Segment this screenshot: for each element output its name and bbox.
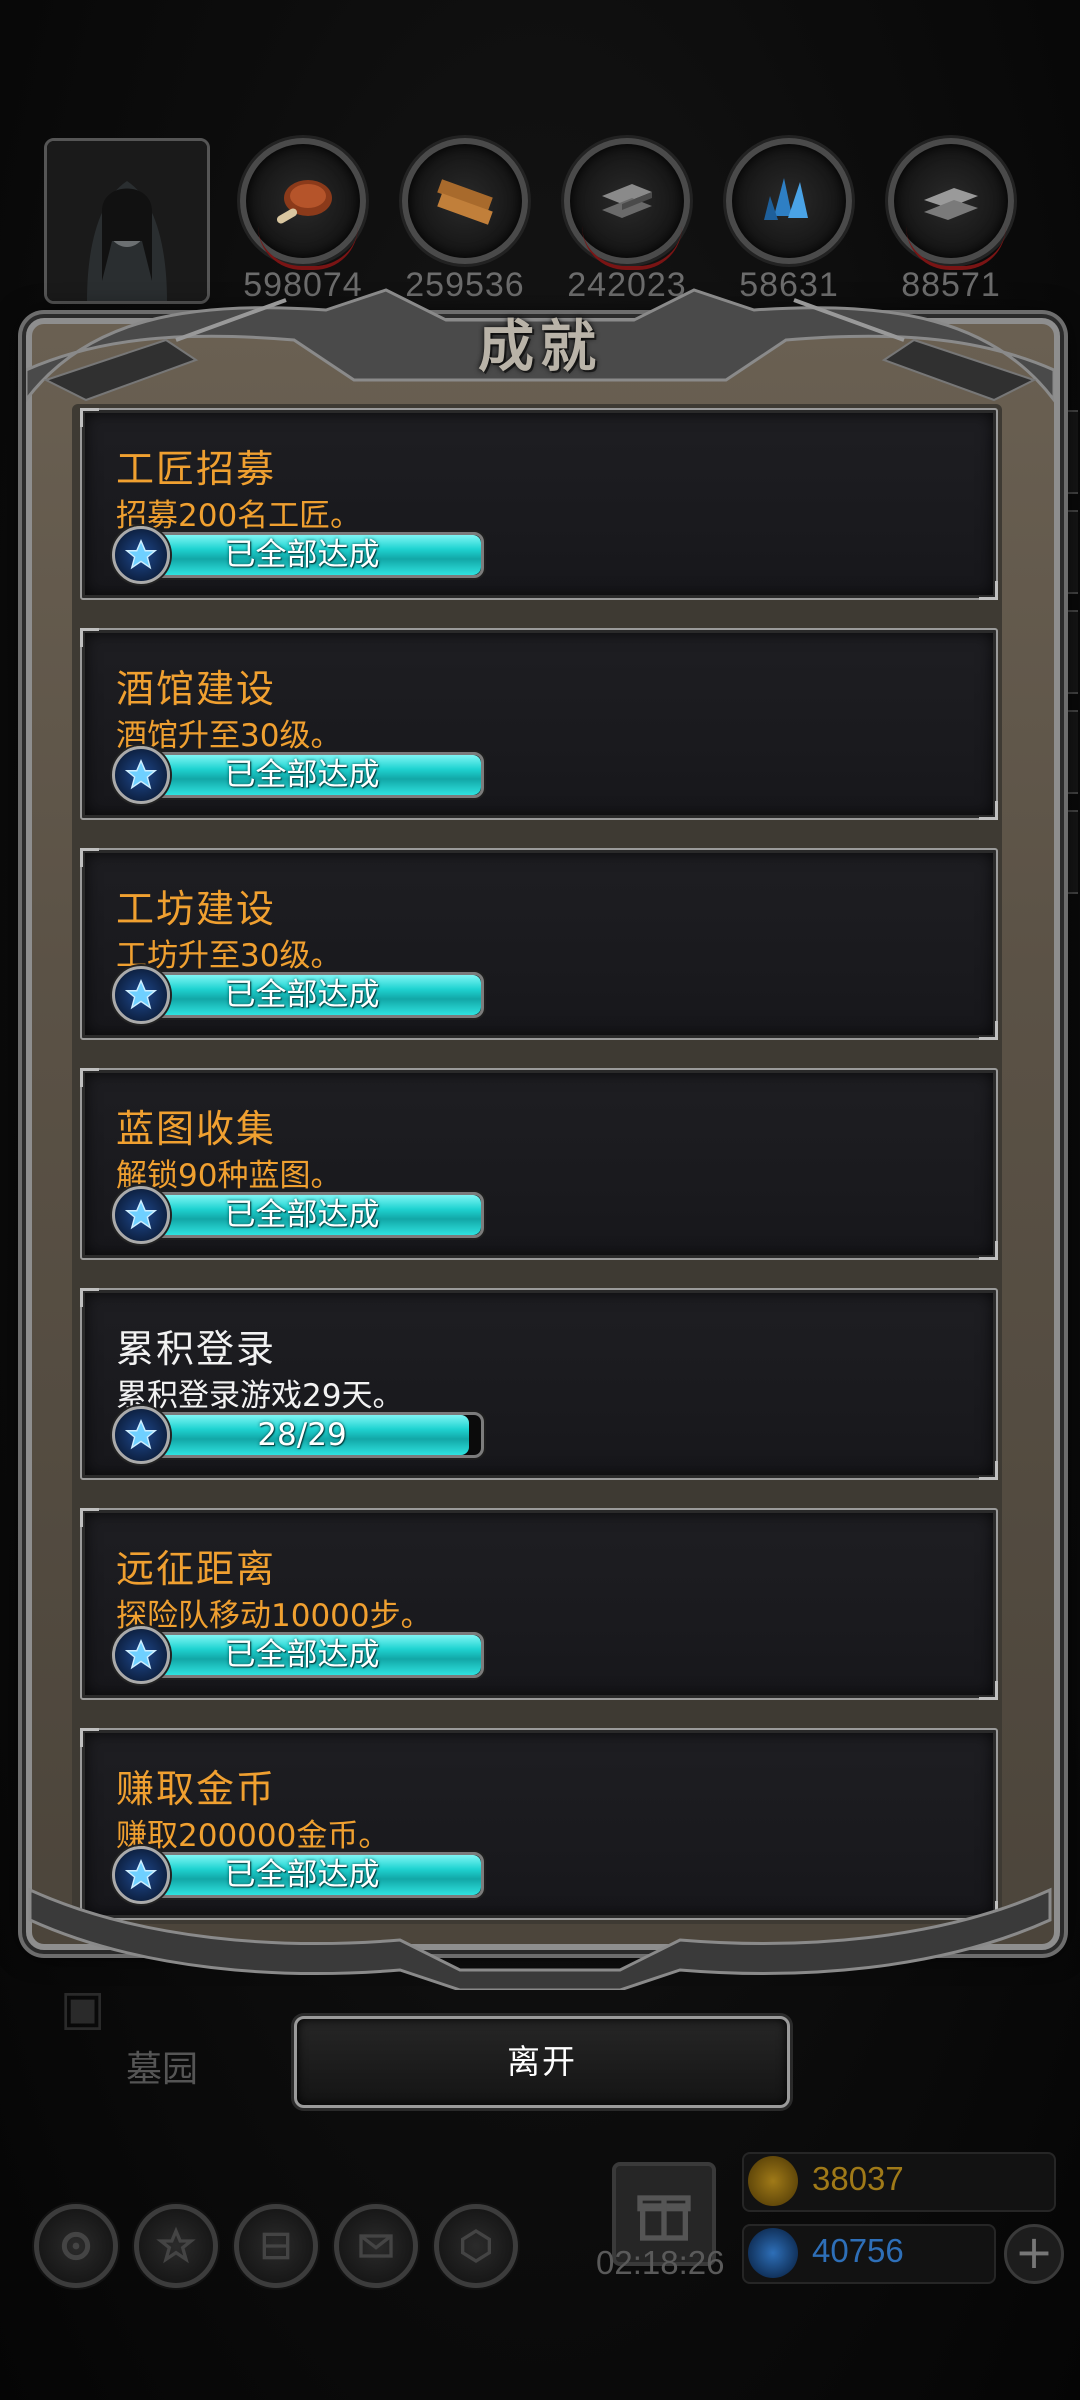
star-icon — [112, 526, 170, 584]
achievement-list: 工匠招募 招募200名工匠。 已全部达成 酒馆建设 酒馆升至30级。 已全部达成… — [80, 408, 998, 1948]
progress-label: 28/29 — [257, 1417, 347, 1453]
resource-count: 598074 — [243, 266, 363, 304]
achievement-desc: 累积登录游戏29天。 — [116, 1378, 404, 1414]
add-gems-button[interactable]: + — [1004, 2224, 1064, 2284]
achievement-card: 酒馆建设 酒馆升至30级。 已全部达成 — [80, 628, 998, 820]
gem-icon — [748, 2228, 798, 2278]
achievement-card: 远征距离 探险队移动10000步。 已全部达成 — [80, 1508, 998, 1700]
star-icon — [112, 746, 170, 804]
progress-bar: 已全部达成 — [120, 532, 484, 578]
gem-counter[interactable]: 40756 — [742, 2224, 996, 2284]
progress-label: 已全部达成 — [224, 1197, 380, 1233]
achievement-desc: 探险队移动10000步。 — [116, 1598, 432, 1634]
avatar-portrait-icon — [47, 141, 207, 301]
progress-bar: 已全部达成 — [120, 1632, 484, 1678]
achievement-name: 酒馆建设 — [116, 667, 277, 711]
progress-bar: 已全部达成 — [120, 972, 484, 1018]
wood-icon — [437, 179, 493, 225]
star-icon — [112, 1626, 170, 1684]
progress-label: 已全部达成 — [224, 977, 380, 1013]
gem-value: 40756 — [812, 2232, 904, 2269]
player-avatar[interactable] — [44, 138, 210, 304]
progress-bar: 已全部达成 — [120, 1192, 484, 1238]
dialog-title: 成就 — [478, 314, 602, 380]
achievement-star-icon[interactable] — [134, 2204, 218, 2288]
achievement-name: 累积登录 — [116, 1327, 277, 1371]
achievement-name: 蓝图收集 — [116, 1107, 277, 1151]
leave-button[interactable]: 离开 — [294, 2016, 790, 2108]
resource-bar: 598074 259536 242023 58631 88571 — [0, 130, 1080, 304]
progress-label: 已全部达成 — [224, 1857, 380, 1893]
achievement-card: 蓝图收集 解锁90种蓝图。 已全部达成 — [80, 1068, 998, 1260]
progress-label: 已全部达成 — [224, 757, 380, 793]
resource-wood[interactable]: 259536 — [400, 138, 530, 318]
gold-counter[interactable]: 38037 — [742, 2152, 1056, 2212]
mail-icon[interactable] — [334, 2204, 418, 2288]
gold-coin-icon — [748, 2156, 798, 2206]
star-icon — [112, 966, 170, 1024]
achievement-card: 工匠招募 招募200名工匠。 已全部达成 — [80, 408, 998, 600]
achievement-card: 赚取金币 赚取200000金币。 已全部达成 — [80, 1728, 998, 1920]
background-building-sign: ▣ — [60, 1980, 106, 2036]
achievement-name: 工匠招募 — [116, 447, 277, 491]
achievement-name: 远征距离 — [116, 1547, 277, 1591]
gift-timer: 02:18:26 — [596, 2244, 725, 2281]
achievement-card: 累积登录 累积登录游戏29天。 28/29 — [80, 1288, 998, 1480]
resource-count: 88571 — [901, 266, 1001, 304]
achievement-card: 工坊建设 工坊升至30级。 已全部达成 — [80, 848, 998, 1040]
gold-value: 38037 — [812, 2160, 904, 2197]
crystal-icon — [764, 178, 808, 220]
guild-emblem-icon[interactable] — [234, 2204, 318, 2288]
progress-label: 已全部达成 — [224, 537, 380, 573]
achievement-name: 工坊建设 — [116, 887, 277, 931]
progress-bar: 28/29 — [120, 1412, 484, 1458]
progress-bar: 已全部达成 — [120, 1852, 484, 1898]
star-icon — [112, 1186, 170, 1244]
progress-label: 已全部达成 — [224, 1637, 380, 1673]
resource-count: 259536 — [405, 266, 525, 304]
resource-meat[interactable]: 598074 — [238, 138, 368, 318]
star-icon — [112, 1406, 170, 1464]
dice-icon[interactable] — [434, 2204, 518, 2288]
achievement-desc: 赚取200000金币。 — [116, 1818, 390, 1854]
resource-count: 242023 — [567, 266, 687, 304]
resource-iron[interactable]: 242023 — [562, 138, 692, 318]
resource-steel[interactable]: 88571 — [886, 138, 1016, 318]
achievement-name: 赚取金币 — [116, 1767, 277, 1811]
resource-crystal[interactable]: 58631 — [724, 138, 854, 318]
star-icon — [112, 1846, 170, 1904]
progress-bar: 已全部达成 — [120, 752, 484, 798]
settings-gear-icon[interactable] — [34, 2204, 118, 2288]
resource-count: 58631 — [739, 266, 839, 304]
graveyard-label: 墓园 — [126, 2049, 199, 2090]
